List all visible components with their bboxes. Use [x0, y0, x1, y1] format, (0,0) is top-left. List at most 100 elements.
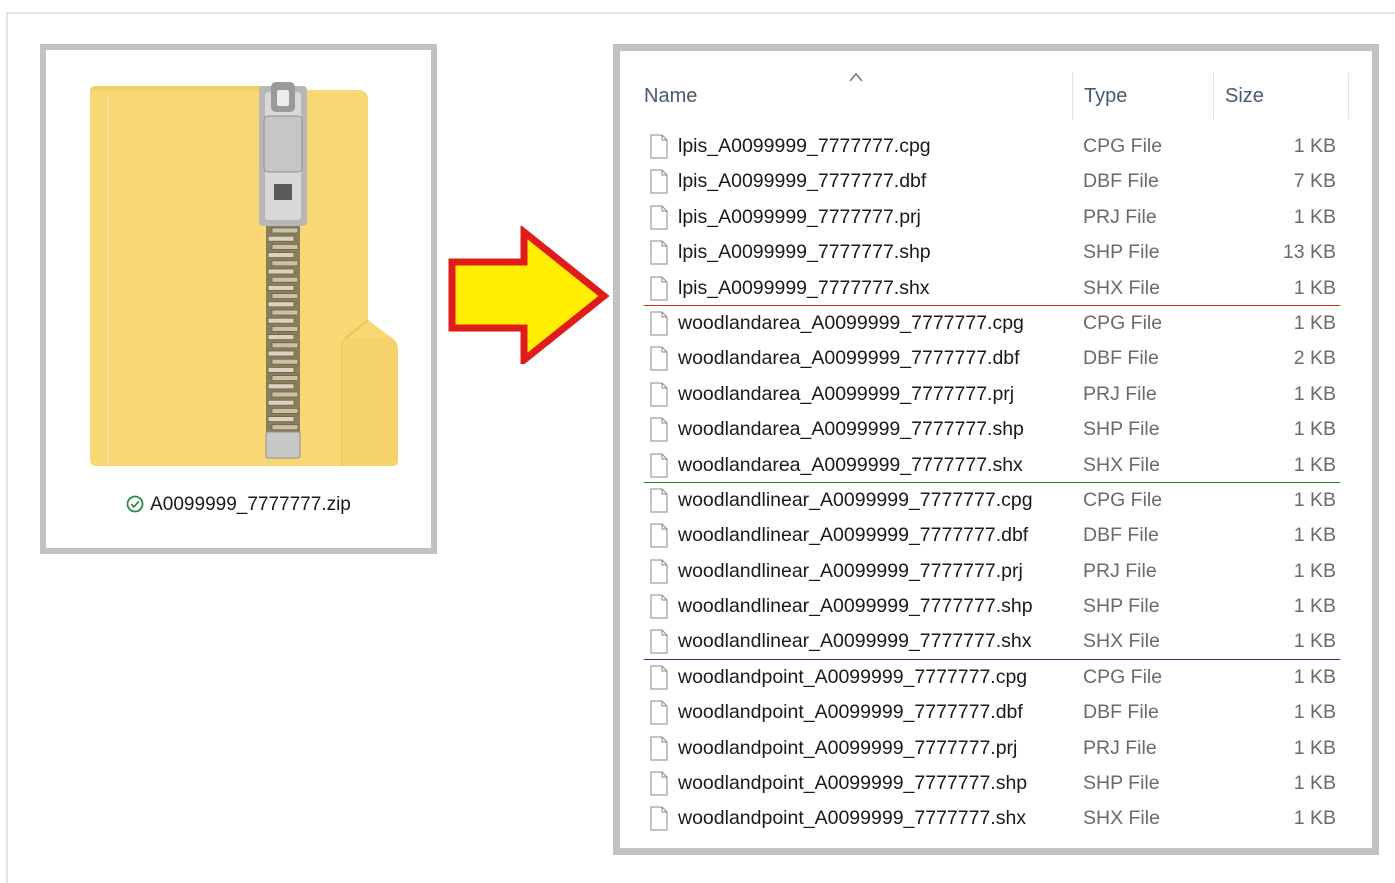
file-name: woodlandarea_A0099999_7777777.shp — [678, 418, 1024, 441]
file-row[interactable]: woodlandlinear_A0099999_7777777.prj PRJ F… — [620, 554, 1372, 589]
file-list: lpis_A0099999_7777777.cpg CPG File 1 KB lpi… — [620, 129, 1372, 837]
file-row[interactable]: woodlandarea_A0099999_7777777.shp SHP Fil… — [620, 412, 1372, 447]
file-icon — [650, 629, 668, 654]
file-type: CPG File — [1083, 135, 1163, 157]
file-size: 1 KB — [1293, 276, 1336, 299]
file-row[interactable]: woodlandlinear_A0099999_7777777.dbf DBF F… — [620, 518, 1372, 553]
file-size: 7 KB — [1293, 170, 1336, 193]
column-divider[interactable] — [1348, 73, 1349, 119]
file-row[interactable]: woodlandlinear_A0099999_7777777.cpg CPG F… — [620, 483, 1372, 518]
file-icon — [650, 169, 668, 194]
file-size: 1 KB — [1293, 135, 1336, 157]
check-circle-icon — [126, 495, 144, 513]
file-type: PRJ File — [1083, 382, 1157, 405]
file-type: CPG File — [1083, 665, 1163, 688]
file-row[interactable]: lpis_A0099999_7777777.shp SHP File 13 KB — [620, 235, 1372, 270]
file-name: woodlandarea_A0099999_7777777.dbf — [678, 347, 1020, 370]
file-row[interactable]: lpis_A0099999_7777777.prj PRJ File 1 KB — [620, 200, 1372, 235]
file-name: lpis_A0099999_7777777.shx — [678, 276, 930, 299]
file-name: lpis_A0099999_7777777.dbf — [678, 170, 927, 193]
zip-folder-icon[interactable] — [86, 76, 402, 470]
file-type: SHX File — [1083, 807, 1160, 830]
file-name: woodlandpoint_A0099999_7777777.prj — [678, 736, 1018, 759]
file-row[interactable]: woodlandarea_A0099999_7777777.cpg CPG Fil… — [620, 306, 1372, 341]
file-row[interactable]: lpis_A0099999_7777777.shx SHX File 1 KB — [620, 271, 1372, 306]
file-size: 1 KB — [1293, 453, 1336, 476]
file-name: woodlandpoint_A0099999_7777777.shx — [678, 807, 1027, 830]
column-header-type[interactable]: Type — [1084, 85, 1127, 108]
file-type: SHP File — [1083, 418, 1160, 441]
zip-filename-text: A0099999_7777777.zip — [150, 494, 351, 515]
file-name: lpis_A0099999_7777777.cpg — [678, 135, 931, 157]
file-row[interactable]: woodlandpoint_A0099999_7777777.shp SHP Fi… — [620, 766, 1372, 801]
file-type: SHP File — [1083, 595, 1160, 618]
file-row[interactable]: woodlandpoint_A0099999_7777777.dbf DBF Fi… — [620, 695, 1372, 730]
file-name: woodlandlinear_A0099999_7777777.shx — [678, 630, 1032, 653]
file-icon — [650, 700, 668, 725]
file-size: 1 KB — [1293, 382, 1336, 405]
file-row[interactable]: woodlandpoint_A0099999_7777777.prj PRJ Fi… — [620, 731, 1372, 766]
file-name: woodlandlinear_A0099999_7777777.dbf — [678, 524, 1029, 547]
file-size: 1 KB — [1293, 205, 1336, 228]
file-icon — [650, 382, 668, 407]
file-size: 1 KB — [1293, 772, 1336, 795]
file-size: 1 KB — [1293, 701, 1336, 724]
file-icon — [650, 771, 668, 796]
file-row[interactable]: woodlandpoint_A0099999_7777777.cpg CPG Fi… — [620, 660, 1372, 695]
sort-ascending-caret-icon[interactable] — [848, 71, 864, 83]
file-type: DBF File — [1083, 524, 1159, 547]
file-row[interactable]: woodlandlinear_A0099999_7777777.shp SHP F… — [620, 589, 1372, 624]
column-header-size[interactable]: Size — [1225, 85, 1264, 108]
file-size: 1 KB — [1293, 311, 1336, 334]
file-name: woodlandpoint_A0099999_7777777.shp — [678, 772, 1028, 795]
file-icon — [650, 594, 668, 619]
file-icon — [650, 665, 668, 690]
file-name: woodlandlinear_A0099999_7777777.prj — [678, 559, 1023, 582]
group-separator-line — [644, 305, 1340, 306]
file-icon — [650, 417, 668, 442]
file-icon — [650, 523, 668, 548]
file-name: woodlandlinear_A0099999_7777777.shp — [678, 595, 1033, 618]
column-divider[interactable] — [1213, 73, 1214, 119]
file-icon — [650, 453, 668, 478]
file-explorer-list: Name Type Size lpis_A0099999_7777777.cpg… — [613, 44, 1379, 855]
file-type: PRJ File — [1083, 205, 1157, 228]
zip-filename[interactable]: A0099999_7777777.zip — [46, 494, 431, 516]
file-row[interactable]: woodlandlinear_A0099999_7777777.shx SHX F… — [620, 624, 1372, 659]
group-separator-line — [644, 659, 1340, 660]
file-size: 1 KB — [1293, 595, 1336, 618]
file-size: 1 KB — [1293, 630, 1336, 653]
file-row[interactable]: woodlandarea_A0099999_7777777.dbf DBF Fil… — [620, 341, 1372, 376]
file-type: DBF File — [1083, 170, 1159, 193]
file-type: DBF File — [1083, 347, 1159, 370]
file-type: CPG File — [1083, 488, 1163, 511]
column-header: Name Type Size — [620, 51, 1372, 121]
file-icon — [650, 276, 668, 301]
file-row[interactable]: lpis_A0099999_7777777.dbf DBF File 7 KB — [620, 164, 1372, 199]
file-size: 1 KB — [1293, 488, 1336, 511]
column-divider[interactable] — [1072, 73, 1073, 119]
file-size: 1 KB — [1293, 418, 1336, 441]
file-size: 1 KB — [1293, 524, 1336, 547]
zip-panel: A0099999_7777777.zip — [40, 44, 437, 554]
file-name: woodlandlinear_A0099999_7777777.cpg — [678, 488, 1033, 511]
file-icon — [650, 205, 668, 230]
column-header-name[interactable]: Name — [644, 85, 697, 108]
file-icon — [650, 736, 668, 761]
file-size: 1 KB — [1293, 559, 1336, 582]
file-icon — [650, 311, 668, 336]
file-name: woodlandpoint_A0099999_7777777.dbf — [678, 701, 1023, 724]
file-row[interactable]: lpis_A0099999_7777777.cpg CPG File 1 KB — [620, 129, 1372, 164]
file-name: woodlandarea_A0099999_7777777.prj — [678, 382, 1015, 405]
file-row[interactable]: woodlandpoint_A0099999_7777777.shx SHX Fi… — [620, 801, 1372, 836]
file-icon — [650, 240, 668, 265]
file-row[interactable]: woodlandarea_A0099999_7777777.shx SHX Fil… — [620, 448, 1372, 483]
file-type: SHX File — [1083, 453, 1160, 476]
file-size: 1 KB — [1293, 736, 1336, 759]
file-type: SHP File — [1083, 772, 1160, 795]
file-icon — [650, 559, 668, 584]
file-size: 1 KB — [1293, 807, 1336, 830]
file-type: PRJ File — [1083, 736, 1157, 759]
file-type: DBF File — [1083, 701, 1159, 724]
file-row[interactable]: woodlandarea_A0099999_7777777.prj PRJ Fil… — [620, 377, 1372, 412]
